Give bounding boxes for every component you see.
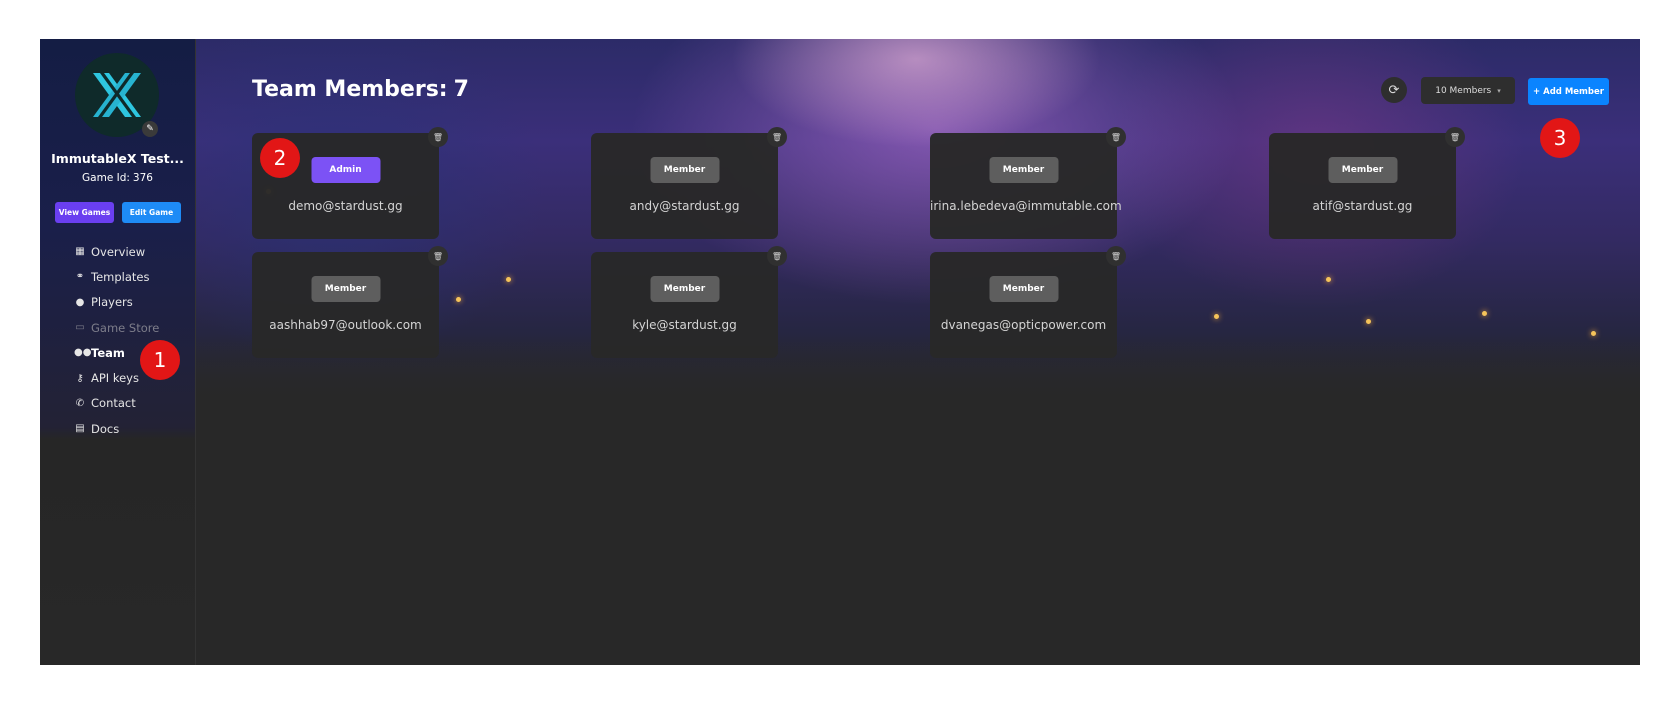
trash-icon[interactable]: 🗑: [428, 127, 448, 147]
edit-game-button[interactable]: Edit Game: [122, 202, 181, 223]
grid-icon: ▦: [75, 246, 85, 258]
game-id: Game Id: 376: [40, 172, 195, 184]
role-badge-member: Member: [650, 276, 719, 302]
store-icon: ▭: [75, 322, 85, 334]
sidebar-item-label: Templates: [91, 269, 150, 284]
app-window: ✎ ImmutableX Test... Game Id: 376 View Ga…: [40, 39, 1640, 665]
annotation-marker-3: 3: [1540, 118, 1580, 158]
trash-icon[interactable]: 🗑: [428, 246, 448, 266]
user-icon: ●: [75, 296, 85, 308]
shapes-icon: ⚭: [75, 271, 85, 283]
members-per-page-value: 10 Members: [1435, 85, 1492, 96]
users-icon: ●●: [74, 347, 92, 359]
member-count: 7: [453, 77, 469, 102]
role-badge-member: Member: [989, 157, 1058, 183]
member-email: andy@stardust.gg: [629, 199, 740, 213]
role-badge-member: Member: [989, 276, 1058, 302]
trash-icon[interactable]: 🗑: [1106, 127, 1126, 147]
member-email: kyle@stardust.gg: [632, 318, 737, 332]
game-id-label: Game Id:: [82, 172, 130, 184]
role-badge-admin: Admin: [311, 157, 380, 183]
annotation-marker-2: 2: [260, 138, 300, 178]
trash-icon[interactable]: 🗑: [1106, 246, 1126, 266]
immutablex-logo-icon: [93, 73, 141, 117]
sidebar-item-contact[interactable]: ✆ Contact: [74, 391, 159, 416]
member-card: 🗑 Member andy@stardust.gg: [591, 127, 787, 239]
role-badge-member: Member: [1328, 157, 1397, 183]
sidebar-item-docs[interactable]: ▤ Docs: [74, 416, 159, 441]
game-id-value: 376: [132, 172, 153, 184]
document-icon: ▤: [75, 423, 85, 435]
firefly-glow: [1214, 314, 1219, 319]
sidebar-item-templates[interactable]: ⚭ Templates: [74, 264, 159, 289]
firefly-glow: [506, 277, 511, 282]
trash-icon[interactable]: 🗑: [767, 246, 787, 266]
firefly-glow: [1326, 277, 1331, 282]
sidebar-item-overview[interactable]: ▦ Overview: [74, 239, 159, 264]
member-card: 🗑 Member atif@stardust.gg: [1269, 127, 1465, 239]
member-card: 🗑 Member irina.lebedeva@immutable.com: [930, 127, 1126, 239]
refresh-icon: ⟳: [1388, 82, 1400, 98]
role-badge-member: Member: [311, 276, 380, 302]
phone-icon: ✆: [75, 397, 85, 409]
sidebar-item-game-store[interactable]: ▭ Game Store: [74, 315, 159, 340]
members-per-page-select[interactable]: 10 Members ▾: [1421, 77, 1515, 104]
member-card: 🗑 Member aashhab97@outlook.com: [252, 246, 448, 358]
sidebar-item-label: Docs: [91, 421, 120, 436]
member-email: demo@stardust.gg: [288, 199, 403, 213]
sidebar-item-players[interactable]: ● Players: [74, 290, 159, 315]
member-email: irina.lebedeva@immutable.com: [930, 199, 1122, 213]
key-icon: ⚷: [76, 372, 84, 384]
annotation-marker-1: 1: [140, 340, 180, 380]
firefly-glow: [456, 297, 461, 302]
role-badge-member: Member: [650, 157, 719, 183]
page-title: Team Members: 7: [252, 77, 469, 102]
chevron-down-icon: ▾: [1497, 86, 1501, 95]
main-content: Team Members: 7 ⟳ 10 Members ▾ + Add Membe…: [196, 39, 1640, 665]
firefly-glow: [1366, 319, 1371, 324]
sidebar-item-label: Team: [91, 345, 125, 360]
sidebar-nav: ▦ Overview ⚭ Templates ● Players ▭ Game Stor…: [74, 239, 159, 441]
firefly-glow: [1482, 311, 1487, 316]
game-name: ImmutableX Test...: [51, 151, 184, 166]
sidebar-item-label: Players: [91, 295, 133, 310]
add-member-button[interactable]: + Add Member: [1528, 78, 1609, 105]
trash-icon[interactable]: 🗑: [1445, 127, 1465, 147]
member-email: aashhab97@outlook.com: [269, 318, 422, 332]
sidebar-item-label: API keys: [91, 371, 139, 386]
member-email: dvanegas@opticpower.com: [940, 318, 1107, 332]
member-email: atif@stardust.gg: [1312, 199, 1413, 213]
sidebar-item-label: Contact: [91, 396, 136, 411]
member-card: 🗑 Member dvanegas@opticpower.com: [930, 246, 1126, 358]
sidebar-item-label: Game Store: [91, 320, 160, 335]
view-games-button[interactable]: View Games: [55, 202, 114, 223]
page-title-label: Team Members:: [252, 77, 448, 102]
member-card: 🗑 Member kyle@stardust.gg: [591, 246, 787, 358]
firefly-glow: [1591, 331, 1596, 336]
refresh-button[interactable]: ⟳: [1381, 77, 1407, 103]
sidebar-item-label: Overview: [91, 244, 146, 259]
edit-logo-pencil-icon[interactable]: ✎: [142, 121, 158, 137]
trash-icon[interactable]: 🗑: [767, 127, 787, 147]
